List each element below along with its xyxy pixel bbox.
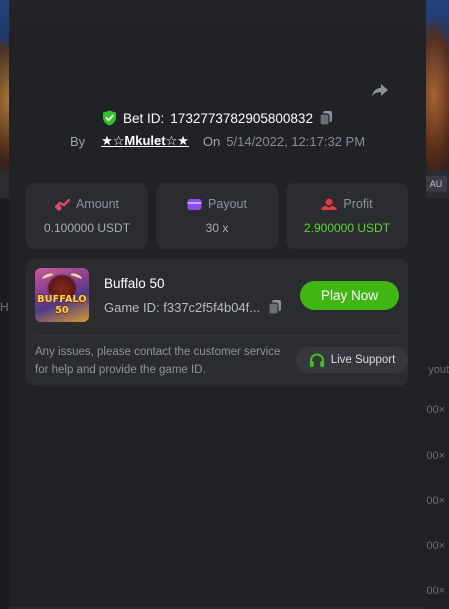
on-label: On	[202, 133, 221, 149]
live-support-button[interactable]: Live Support	[296, 347, 408, 373]
profit-icon	[321, 198, 337, 210]
copy-game-id-icon[interactable]	[268, 299, 282, 315]
amount-value: 0.100000 USDT	[43, 221, 131, 235]
share-button[interactable]	[370, 80, 390, 100]
game-id-value: f337c2f5f4b04f...	[163, 299, 261, 315]
thumbnail-text: BUFFALO 50	[37, 294, 87, 316]
play-now-button[interactable]: Play Now	[300, 281, 399, 310]
amount-label: Amount	[75, 197, 120, 211]
bet-details-card: Bet ID: 1732773782905800832 By ★☆Mkulet☆…	[9, 22, 426, 609]
bet-details-modal: Bet ID: 1732773782905800832 By ★☆Mkulet☆…	[9, 0, 426, 609]
support-notice: Any issues, please contact the customer …	[35, 346, 281, 376]
background-multiplier: 00×	[426, 404, 445, 416]
by-label: By	[69, 133, 86, 149]
game-card: BUFFALO 50 Buffalo 50 Game ID: f337c2f5f…	[26, 259, 408, 386]
background-right-column: yout 00× 00× 00× 00× 00×	[425, 198, 449, 609]
game-id-row: Game ID: f337c2f5f4b04f...	[104, 299, 282, 315]
game-id-label: Game ID:	[104, 299, 160, 315]
game-thumbnail[interactable]: BUFFALO 50	[35, 268, 89, 322]
payout-box: Payout 30 x	[156, 183, 278, 249]
bet-stats: Amount 0.100000 USDT Payout 30 x Profit …	[26, 183, 408, 249]
profit-box: Profit 2.900000 USDT	[286, 183, 408, 249]
bet-id-label: Bet ID:	[123, 110, 165, 126]
share-icon	[372, 84, 388, 97]
username-link[interactable]: ★☆Mkulet☆★	[101, 133, 189, 149]
bet-date: 5/14/2022, 12:17:32 PM	[226, 133, 366, 149]
payout-label: Payout	[208, 197, 247, 211]
game-name: Buffalo 50	[104, 276, 165, 291]
wallet-icon	[187, 198, 202, 210]
payout-value: 30 x	[205, 221, 229, 235]
background-side-label: yout	[428, 364, 449, 376]
background-left-label: H	[0, 300, 9, 314]
background-multiplier: 00×	[426, 495, 445, 507]
amount-box: Amount 0.100000 USDT	[26, 183, 148, 249]
game-card-divider	[35, 335, 399, 336]
background-multiplier: 00×	[426, 450, 445, 462]
background-multiplier: 00×	[426, 585, 445, 597]
live-support-label: Live Support	[330, 354, 396, 366]
copy-bet-id-icon[interactable]	[319, 110, 333, 126]
bettor-row: By ★☆Mkulet☆★ On 5/14/2022, 12:17:32 PM	[9, 132, 426, 150]
background-multiplier: 00×	[426, 540, 445, 552]
bet-id-value: 1732773782905800832	[170, 110, 313, 126]
background-tag: AU	[425, 176, 447, 192]
headset-icon	[309, 352, 324, 367]
shield-check-icon	[103, 110, 117, 126]
bet-id-row: Bet ID: 1732773782905800832	[9, 108, 426, 128]
profit-label: Profit	[343, 197, 373, 211]
profit-value: 2.900000 USDT	[303, 221, 391, 235]
amount-icon	[54, 198, 70, 211]
